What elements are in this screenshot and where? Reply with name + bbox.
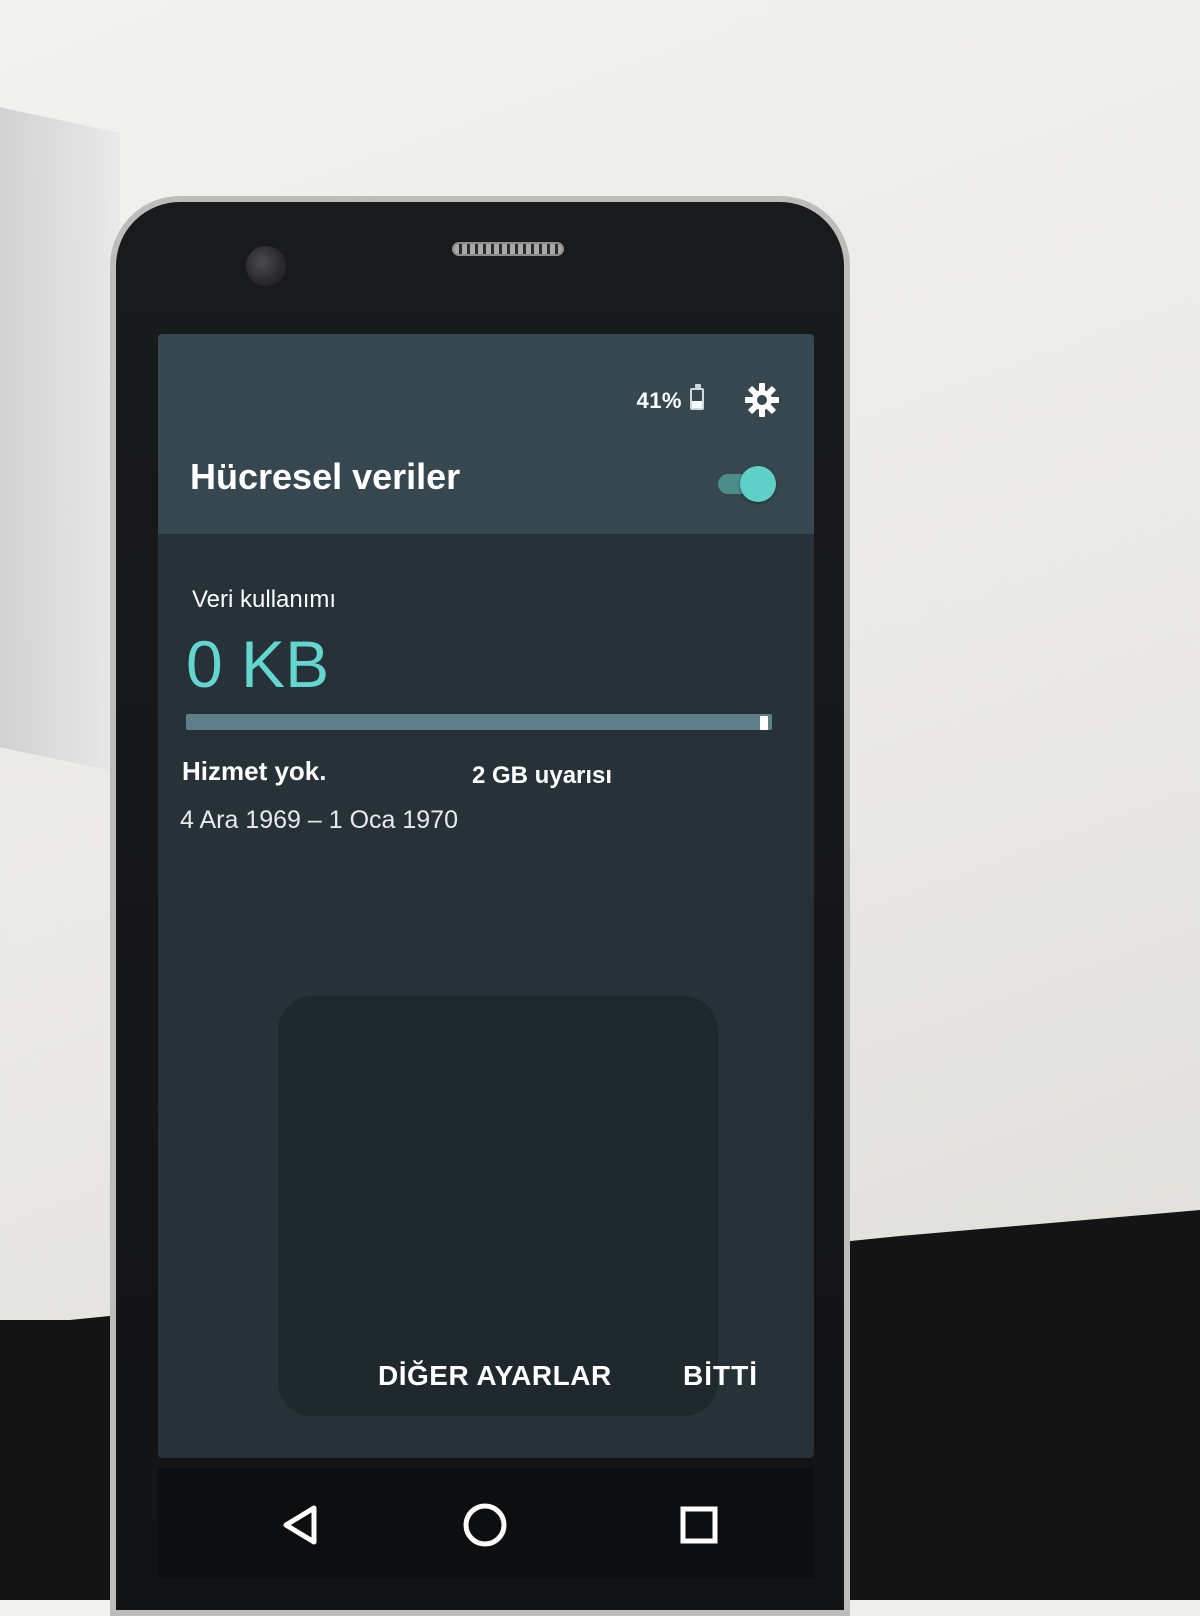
- service-status: Hizmet yok.: [182, 756, 327, 786]
- cellular-data-toggle[interactable]: [716, 466, 776, 502]
- usage-content: Veri kullanımı 0 KB Hizmet yok. 2 GB uya…: [158, 534, 814, 1458]
- gear-icon[interactable]: [740, 378, 784, 422]
- data-warning-label: 2 GB uyarısı: [472, 762, 613, 789]
- usage-amount: 0 KB: [186, 627, 330, 701]
- recents-square-icon[interactable]: [664, 1490, 734, 1560]
- action-buttons: DİĞER AYARLAR BİTTİ: [158, 1344, 814, 1408]
- toggle-thumb: [740, 466, 776, 502]
- warning-limit-marker[interactable]: [760, 716, 768, 730]
- battery-percentage: 41%: [636, 388, 682, 413]
- battery-level-fill: [692, 400, 702, 408]
- header-title-row: Hücresel veriler: [158, 442, 814, 522]
- navigation-bar: [158, 1468, 814, 1578]
- battery-icon: [690, 384, 704, 410]
- earpiece-speaker: [452, 242, 564, 256]
- date-range: 4 Ara 1969 – 1 Oca 1970: [180, 806, 458, 834]
- background-paper: [0, 107, 120, 773]
- status-row: 41%: [158, 334, 814, 434]
- panel-title: Hücresel veriler: [190, 456, 461, 497]
- back-triangle-icon[interactable]: [266, 1490, 336, 1560]
- quick-settings-screen: 41% Hücresel veriler Veri kullanımı 0 KB…: [158, 334, 814, 1458]
- home-circle-icon[interactable]: [450, 1490, 520, 1560]
- screen-header: 41% Hücresel veriler: [158, 334, 814, 534]
- front-camera: [246, 246, 286, 286]
- phone-device: 41% Hücresel veriler Veri kullanımı 0 KB…: [110, 196, 850, 1616]
- done-button[interactable]: BİTTİ: [683, 1344, 758, 1408]
- usage-label: Veri kullanımı: [192, 586, 337, 613]
- usage-progress-bar[interactable]: [186, 714, 772, 730]
- more-settings-button[interactable]: DİĞER AYARLAR: [378, 1344, 612, 1408]
